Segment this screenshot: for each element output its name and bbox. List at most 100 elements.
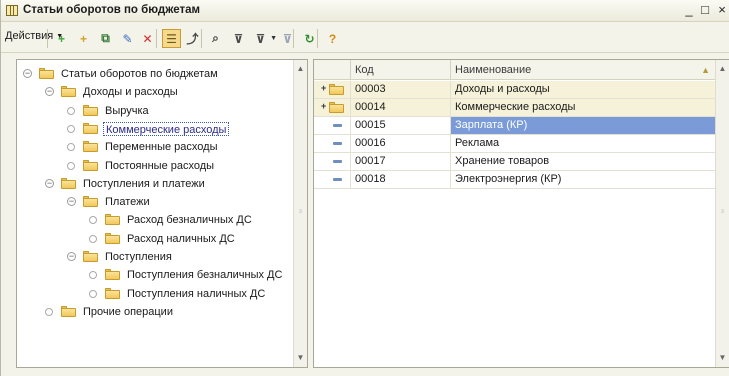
add-button[interactable]: + xyxy=(52,29,71,48)
folder-icon xyxy=(329,84,344,95)
folder-icon xyxy=(105,269,120,281)
folder-icon xyxy=(61,305,76,317)
table-row[interactable]: 00015 Зарплата (КР) xyxy=(314,117,716,135)
tree-item[interactable]: Выручка xyxy=(17,102,293,120)
close-button[interactable]: × xyxy=(715,2,729,18)
cell-name: Коммерческие расходы xyxy=(450,99,716,116)
hierarchy-mode-button[interactable]: ☰ xyxy=(162,29,181,48)
folder-icon xyxy=(83,159,98,171)
copy-button[interactable]: ⧉ xyxy=(96,29,115,48)
item-row-icon xyxy=(321,171,351,188)
leaf-node-icon xyxy=(89,216,97,225)
add-group-button[interactable]: + xyxy=(74,29,93,48)
cell-code: 00016 xyxy=(350,135,450,152)
catalog-window: Статьи оборотов по бюджетам _ □ × Действ… xyxy=(0,0,729,376)
folder-icon xyxy=(39,68,54,79)
tree-item[interactable]: − Платежи xyxy=(17,193,293,211)
tree-item[interactable]: Расход безналичных ДС xyxy=(17,211,293,229)
group-row-icon: + xyxy=(321,99,351,116)
title-bar: Статьи оборотов по бюджетам _ □ × xyxy=(1,0,729,22)
table-row[interactable]: +00014 Коммерческие расходы xyxy=(314,99,716,117)
tree-item-label: Поступления xyxy=(105,251,172,263)
clear-filter-icon: ⊽ xyxy=(282,31,293,46)
help-icon: ? xyxy=(328,31,337,46)
maximize-button[interactable]: □ xyxy=(698,2,712,18)
tree-item[interactable]: Поступления безналичных ДС xyxy=(17,266,293,284)
tree-item[interactable]: Расход наличных ДС xyxy=(17,230,293,248)
folder-icon xyxy=(105,232,120,244)
cell-code: 00017 xyxy=(350,153,450,170)
folder-icon xyxy=(105,214,120,226)
add-icon: + xyxy=(57,31,65,46)
folder-icon xyxy=(83,104,98,116)
tree-item-label: Выручка xyxy=(105,104,149,117)
grid-scrollbar[interactable]: ▲ ≡ ▼ xyxy=(715,60,729,367)
tree-scrollbar[interactable]: ▲ ≡ ▼ xyxy=(293,60,307,367)
tree-item[interactable]: − Поступления и платежи xyxy=(17,175,293,193)
tree-item[interactable]: Переменные расходы xyxy=(17,138,293,156)
collapse-toggle-icon[interactable]: − xyxy=(45,178,54,188)
tree-item[interactable]: − Статьи оборотов по бюджетам xyxy=(17,65,293,83)
hierarchy-mode-icon: ☰ xyxy=(166,31,177,46)
tree-item[interactable]: − Доходы и расходы xyxy=(17,83,293,101)
table-icon xyxy=(6,5,18,16)
filter-icon: ⊽ xyxy=(233,31,244,46)
tree-item-label: Поступления безналичных ДС xyxy=(127,269,283,282)
leaf-node-icon xyxy=(45,307,53,316)
scroll-grip-icon: ≡ xyxy=(298,209,303,215)
minimize-button[interactable]: _ xyxy=(682,2,696,18)
cell-code: 00003 xyxy=(350,81,450,98)
tree-item[interactable]: − Поступления xyxy=(17,248,293,266)
delete-button[interactable]: ✕ xyxy=(138,29,157,48)
tree-item-label: Доходы и расходы xyxy=(83,86,178,99)
filter-button[interactable]: ⊽ xyxy=(229,29,248,48)
refresh-button[interactable]: ↻ xyxy=(300,29,319,48)
cell-code: 00015 xyxy=(350,117,450,134)
folder-icon xyxy=(105,287,120,299)
tree-item-label: Поступления и платежи xyxy=(83,177,205,190)
scroll-down-icon[interactable]: ▼ xyxy=(716,351,729,365)
toolbar: Действия ▼ + + ⧉ ✎ ✕ ☰ ⤴ ⌕ ⊽ ⊽ ▼ ⊽ ↻? xyxy=(1,23,729,53)
column-header-code[interactable]: Код xyxy=(350,60,450,80)
cell-code: 00018 xyxy=(350,171,450,188)
tree-item[interactable]: Прочие операции xyxy=(17,303,293,321)
folder-icon xyxy=(61,86,76,98)
parent-level-button[interactable]: ⤴ xyxy=(183,29,202,48)
filter-list-button[interactable]: ⊽ ▼ xyxy=(251,29,277,48)
tree-item[interactable]: Постоянные расходы xyxy=(17,157,293,175)
collapse-toggle-icon[interactable]: − xyxy=(45,87,54,97)
clear-filter-button[interactable]: ⊽ xyxy=(278,29,297,48)
element-icon xyxy=(333,160,342,163)
folder-icon xyxy=(83,196,98,208)
scroll-up-icon[interactable]: ▲ xyxy=(716,62,729,76)
tree-item-label: Платежи xyxy=(105,196,150,209)
tree-item[interactable]: Поступления наличных ДС xyxy=(17,285,293,303)
item-row-icon xyxy=(321,153,351,170)
collapse-toggle-icon[interactable]: − xyxy=(67,197,76,207)
table-row[interactable]: 00018 Электроэнергия (КР) xyxy=(314,171,716,189)
tree-panel[interactable]: − Статьи оборотов по бюджетам − Доходы и ра… xyxy=(16,59,308,368)
column-header-name[interactable]: Наименование ▲ xyxy=(450,60,716,80)
folder-icon xyxy=(83,251,98,262)
cell-code: 00014 xyxy=(350,99,450,116)
table-row[interactable]: 00017 Хранение товаров xyxy=(314,153,716,171)
folder-icon xyxy=(83,122,98,134)
cell-name: Реклама xyxy=(450,135,716,152)
collapse-toggle-icon[interactable]: − xyxy=(67,252,76,261)
cell-name: Зарплата (КР) xyxy=(450,117,716,134)
find-button[interactable]: ⌕ xyxy=(206,29,225,48)
edit-button[interactable]: ✎ xyxy=(118,29,137,48)
table-row[interactable]: 00016 Реклама xyxy=(314,135,716,153)
chevron-down-icon: ▼ xyxy=(270,35,277,42)
window-title: Статьи оборотов по бюджетам xyxy=(23,4,201,16)
scroll-up-icon[interactable]: ▲ xyxy=(294,62,307,76)
help-button[interactable]: ? xyxy=(323,29,342,48)
expand-group-icon: + xyxy=(321,101,327,111)
scroll-down-icon[interactable]: ▼ xyxy=(294,351,307,365)
table-row[interactable]: +00003 Доходы и расходы xyxy=(314,81,716,99)
group-row-icon: + xyxy=(321,81,351,98)
collapse-toggle-icon[interactable]: − xyxy=(23,69,32,78)
column-header-name-label: Наименование xyxy=(455,64,532,76)
tree-item[interactable]: Коммерческие расходы xyxy=(17,120,293,138)
list-panel[interactable]: Код Наименование ▲ +00003 Доходы и расход… xyxy=(313,59,729,368)
